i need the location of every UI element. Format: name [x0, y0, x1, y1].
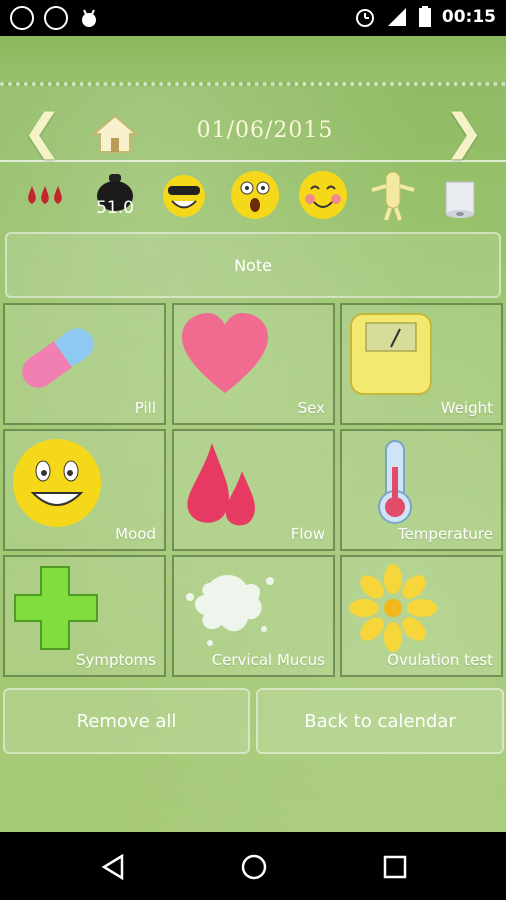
blush-smiley-icon[interactable] [298, 170, 348, 220]
status-bar: 00:15 [0, 0, 506, 36]
remove-all-button[interactable]: Remove all [3, 688, 250, 754]
tile-label: Weight [440, 399, 493, 417]
system-nav-bar [0, 832, 506, 900]
entry-summary-row: 51.0 [0, 166, 506, 228]
tile-label: Mood [115, 525, 156, 543]
drops-icon [187, 443, 255, 526]
signal-icon [387, 8, 406, 26]
cc-icon [10, 6, 34, 30]
back-icon[interactable] [100, 854, 126, 880]
plus-icon [14, 566, 98, 650]
flower-icon [349, 564, 437, 652]
tile-cervical-mucus[interactable]: Cervical Mucus [172, 555, 335, 677]
home-icon[interactable] [92, 114, 138, 154]
tile-weight[interactable]: Weight [340, 303, 503, 425]
tile-label: Cervical Mucus [211, 651, 325, 669]
tile-flow[interactable]: Flow [172, 429, 335, 551]
tile-symptoms[interactable]: Symptoms [3, 555, 166, 677]
tile-mood[interactable]: Mood [3, 429, 166, 551]
thermometer-icon [378, 440, 412, 524]
tile-sex[interactable]: Sex [172, 303, 335, 425]
scale-icon [350, 313, 432, 395]
sync-icon [44, 6, 68, 30]
battery-icon [418, 6, 431, 27]
status-time: 00:15 [441, 7, 496, 27]
note-label: Note [234, 255, 272, 275]
smiley-icon [13, 439, 101, 527]
back-to-calendar-button[interactable]: Back to calendar [256, 688, 504, 754]
weight-value: 51.0 [96, 198, 134, 218]
chevron-left-icon[interactable]: ❮ [22, 108, 62, 156]
recents-icon[interactable] [382, 854, 408, 880]
weight-icon[interactable]: 51.0 [92, 172, 138, 224]
pill-icon [22, 328, 94, 388]
back-to-calendar-label: Back to calendar [304, 710, 456, 732]
note-button[interactable]: Note [5, 232, 501, 298]
tile-label: Flow [290, 525, 325, 543]
tile-pill[interactable]: Pill [3, 303, 166, 425]
heart-icon [182, 313, 268, 393]
top-band [0, 36, 506, 86]
tile-label: Symptoms [75, 651, 156, 669]
tile-label: Temperature [397, 525, 493, 543]
toilet-paper-icon[interactable] [440, 172, 480, 220]
date-navigation: ❮ 01/06/2015 ❯ [0, 104, 506, 162]
tile-temperature[interactable]: Temperature [340, 429, 503, 551]
remove-all-label: Remove all [76, 710, 177, 732]
home-circle-icon[interactable] [240, 853, 268, 881]
current-date: 01/06/2015 [196, 118, 334, 143]
android-icon [82, 9, 96, 27]
splash-icon [186, 574, 274, 646]
tile-ovulation-test[interactable]: Ovulation test [340, 555, 503, 677]
condom-icon[interactable] [370, 168, 416, 224]
flow-drops-icon[interactable] [26, 182, 66, 212]
cool-smiley-icon[interactable] [162, 174, 206, 218]
tile-label: Pill [134, 399, 156, 417]
surprised-smiley-icon[interactable] [230, 170, 280, 220]
tile-label: Ovulation test [387, 651, 493, 669]
app-content: ❮ 01/06/2015 ❯ 51.0 Note Pill Sex Weight… [0, 36, 506, 832]
alarm-icon [355, 9, 374, 27]
chevron-right-icon[interactable]: ❯ [444, 108, 484, 156]
tile-label: Sex [297, 399, 325, 417]
